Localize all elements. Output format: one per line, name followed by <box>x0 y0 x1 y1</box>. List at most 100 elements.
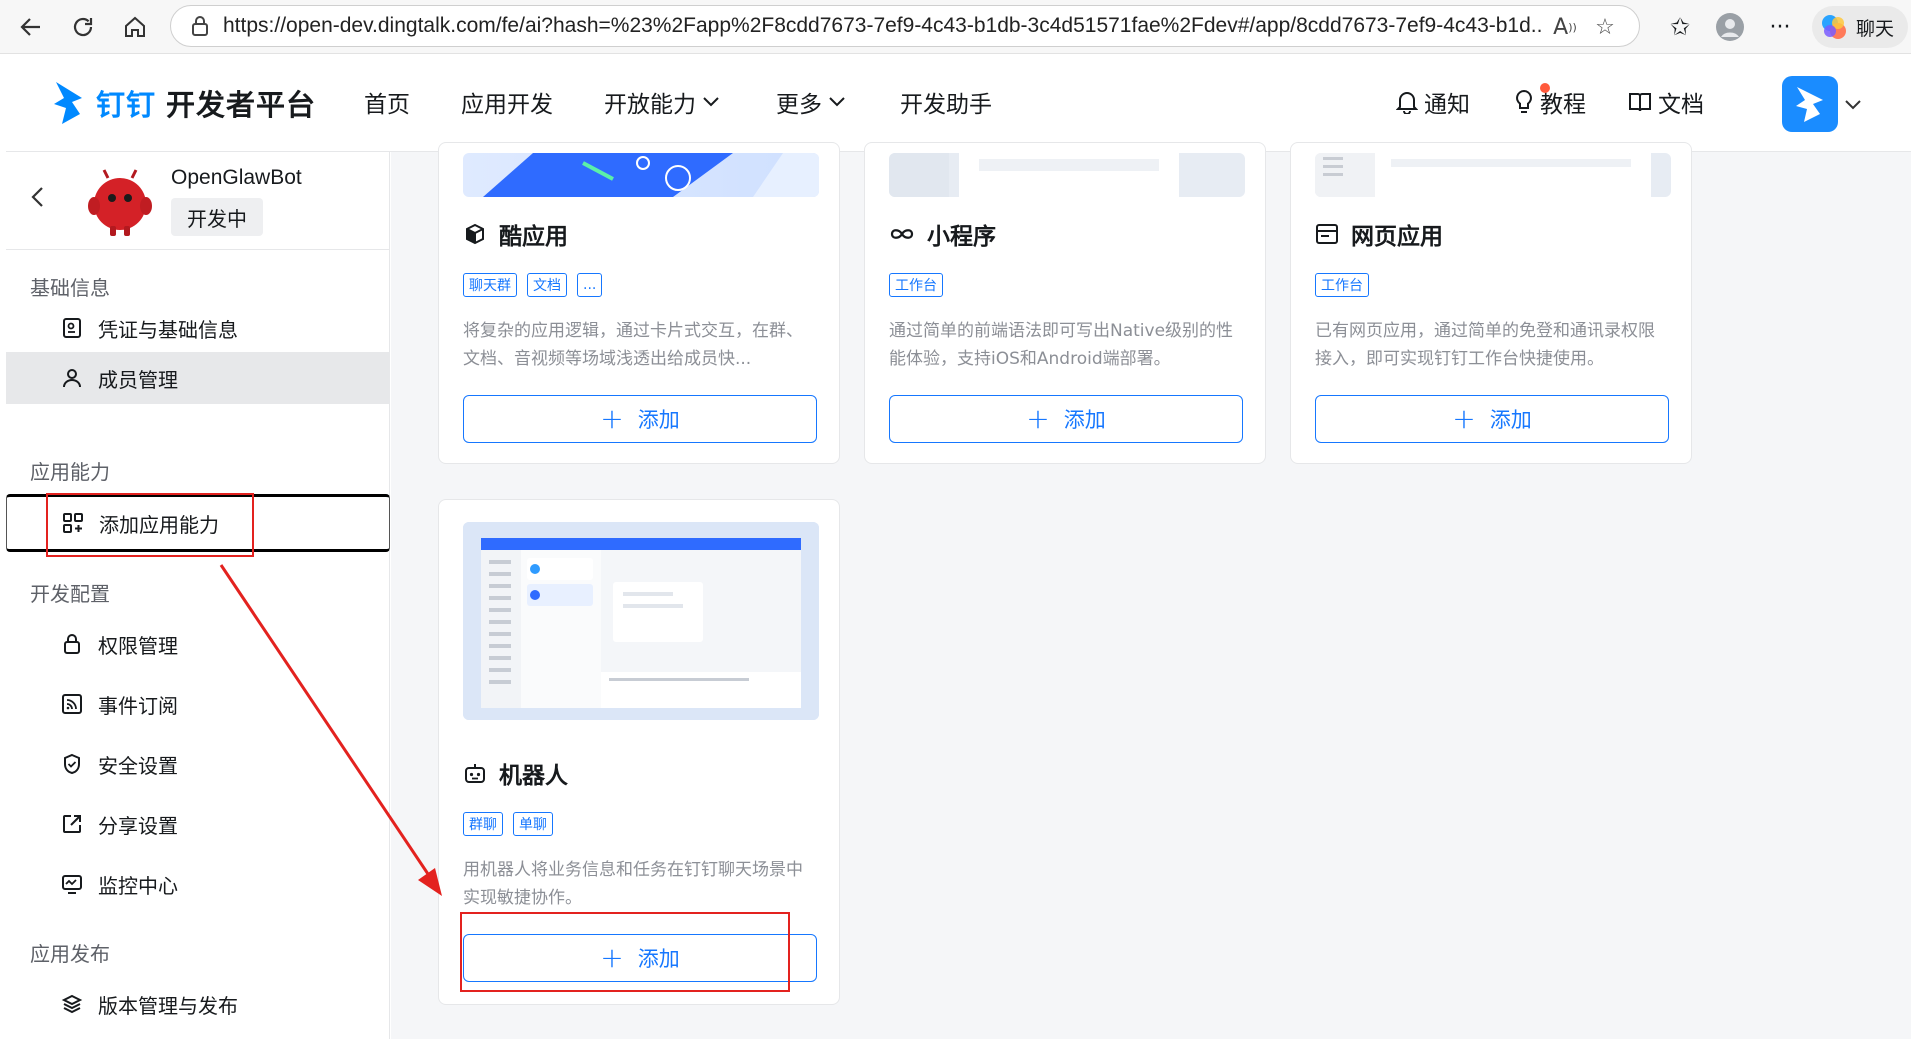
sidebar-item-share[interactable]: 分享设置 <box>6 798 390 850</box>
main-content: 酷应用 聊天群 文档 ... 将复杂的应用逻辑，通过卡片式交互，在群、文档、音视… <box>391 142 1911 1039</box>
rss-icon <box>60 692 84 716</box>
read-aloud-icon[interactable]: A)) <box>1551 13 1579 41</box>
tag: 文档 <box>527 273 567 297</box>
external-link-icon <box>60 812 84 836</box>
credential-icon <box>60 316 84 340</box>
sidebar-item-security[interactable]: 安全设置 <box>6 738 390 790</box>
nav-home-label: 首页 <box>364 92 410 118</box>
card-tags: 工作台 <box>889 273 943 297</box>
plus-icon: + <box>600 402 624 435</box>
back-arrow-icon[interactable] <box>10 6 52 48</box>
card-title-text: 酷应用 <box>499 224 568 250</box>
top-header: 钉钉 开发者平台 首页 应用开发 开放能力 更多 开发助手 通知 教程 文档 <box>6 55 1911 152</box>
nav-app-dev[interactable]: 应用开发 <box>461 85 553 119</box>
nav-open-capability-label: 开放能力 <box>604 92 696 118</box>
infinity-icon <box>890 229 914 239</box>
status-badge: 开发中 <box>171 198 263 236</box>
profile-avatar-icon[interactable] <box>1710 6 1750 48</box>
address-bar[interactable]: https://open-dev.dingtalk.com/fe/ai?hash… <box>170 5 1640 47</box>
plus-icon: + <box>1026 402 1050 435</box>
capability-card-web-app: 网页应用 工作台 已有网页应用，通过简单的免登和通讯录权限接入，即可实现钉钉工作… <box>1290 142 1692 464</box>
sidebar-item-label: 监控中心 <box>98 873 178 898</box>
card-description: 用机器人将业务信息和任务在钉钉聊天场景中实现敏捷协作。 <box>463 860 803 908</box>
section-basic-info: 基础信息 <box>30 276 110 300</box>
card-description: 已有网页应用，通过简单的免登和通讯录权限接入，即可实现钉钉工作台快捷使用。 <box>1315 321 1655 369</box>
back-chevron-icon[interactable] <box>30 186 44 214</box>
card-preview-image <box>889 153 1245 197</box>
add-mini-program-button[interactable]: + 添加 <box>889 395 1243 443</box>
bell-icon <box>1396 92 1418 114</box>
app-switcher-logo[interactable] <box>1782 76 1838 132</box>
layers-icon <box>60 992 84 1016</box>
app-name: OpenGlawBot <box>171 166 302 189</box>
nav-open-capability[interactable]: 开放能力 <box>604 85 720 119</box>
robot-icon <box>465 764 485 783</box>
lock-icon[interactable] <box>187 13 213 39</box>
card-title: 小程序 <box>889 217 996 251</box>
more-options-icon[interactable]: ··· <box>1760 6 1800 48</box>
annotation-highlight-box <box>460 912 790 992</box>
brand-suffix: 开发者平台 <box>166 88 317 122</box>
section-app-capability: 应用能力 <box>30 460 110 484</box>
shield-icon <box>60 752 84 776</box>
favorite-star-icon[interactable]: ☆ <box>1591 13 1619 41</box>
docs-link[interactable]: 文档 <box>1628 85 1704 119</box>
chat-label: 聊天 <box>1856 17 1895 40</box>
card-title: 机器人 <box>463 756 568 790</box>
sidebar-item-credentials[interactable]: 凭证与基础信息 <box>6 302 390 354</box>
docs-label: 文档 <box>1658 92 1704 118</box>
sidebar-item-version[interactable]: 版本管理与发布 <box>6 978 390 1030</box>
book-icon <box>1629 93 1651 112</box>
card-title: 网页应用 <box>1315 217 1443 251</box>
sidebar-item-permissions[interactable]: 权限管理 <box>6 618 390 670</box>
annotation-highlight-box <box>46 493 254 557</box>
user-icon <box>60 366 84 390</box>
sidebar-item-label: 版本管理与发布 <box>98 993 238 1018</box>
add-cool-app-button[interactable]: + 添加 <box>463 395 817 443</box>
add-web-app-button[interactable]: + 添加 <box>1315 395 1669 443</box>
home-icon[interactable] <box>114 6 156 48</box>
card-title-text: 机器人 <box>499 763 568 789</box>
section-app-publish: 应用发布 <box>30 942 110 966</box>
monitor-icon <box>60 872 84 896</box>
card-description: 将复杂的应用逻辑，通过卡片式交互，在群、文档、音视频等场域浅透出给成员快... <box>463 321 803 369</box>
card-title-text: 小程序 <box>927 224 996 250</box>
sidebar-item-label: 成员管理 <box>98 367 178 392</box>
favorites-icon[interactable]: ✩ <box>1660 6 1700 48</box>
refresh-icon[interactable] <box>62 6 104 48</box>
tutorial-badge-dot <box>1540 83 1550 93</box>
sidebar-item-members[interactable]: 成员管理 <box>6 352 390 404</box>
dingtalk-wing-icon <box>1796 87 1823 122</box>
sidebar-item-events[interactable]: 事件订阅 <box>6 678 390 730</box>
copilot-chat-button[interactable]: 聊天 <box>1812 6 1908 48</box>
nav-app-dev-label: 应用开发 <box>461 92 553 118</box>
sidebar-item-label: 事件订阅 <box>98 693 178 718</box>
nav-more[interactable]: 更多 <box>776 85 846 119</box>
sidebar-item-label: 权限管理 <box>98 633 178 658</box>
card-preview-image <box>1315 153 1671 197</box>
add-button-label: 添加 <box>637 408 680 432</box>
app-info-card: OpenGlawBot 开发中 <box>6 152 390 250</box>
dingtalk-logo[interactable]: 钉钉 开发者平台 <box>52 73 316 133</box>
add-button-label: 添加 <box>1063 408 1106 432</box>
lightbulb-icon <box>1516 89 1532 113</box>
section-dev-config: 开发配置 <box>30 582 110 606</box>
sidebar-item-monitor[interactable]: 监控中心 <box>6 858 390 910</box>
url-text[interactable]: https://open-dev.dingtalk.com/fe/ai?hash… <box>223 14 1543 38</box>
sidebar-item-label: 分享设置 <box>98 813 178 838</box>
nav-dev-assistant[interactable]: 开发助手 <box>900 85 992 119</box>
plus-icon: + <box>1452 402 1476 435</box>
chevron-down-icon[interactable] <box>1844 99 1862 111</box>
nav-home[interactable]: 首页 <box>364 85 410 119</box>
capability-card-mini-program: 小程序 工作台 通过简单的前端语法即可写出Native级别的性能体验，支持iOS… <box>864 142 1266 464</box>
notify-link[interactable]: 通知 <box>1396 85 1470 119</box>
tag: 工作台 <box>889 273 943 297</box>
sidebar-item-label: 凭证与基础信息 <box>98 317 238 342</box>
app-avatar <box>88 169 152 236</box>
tutorial-link[interactable]: 教程 <box>1514 85 1586 119</box>
lock-icon <box>60 632 84 656</box>
tag-more[interactable]: ... <box>577 273 603 297</box>
card-tags: 工作台 <box>1315 273 1369 297</box>
dingtalk-wing-icon <box>54 82 82 124</box>
chevron-down-icon <box>703 97 719 107</box>
